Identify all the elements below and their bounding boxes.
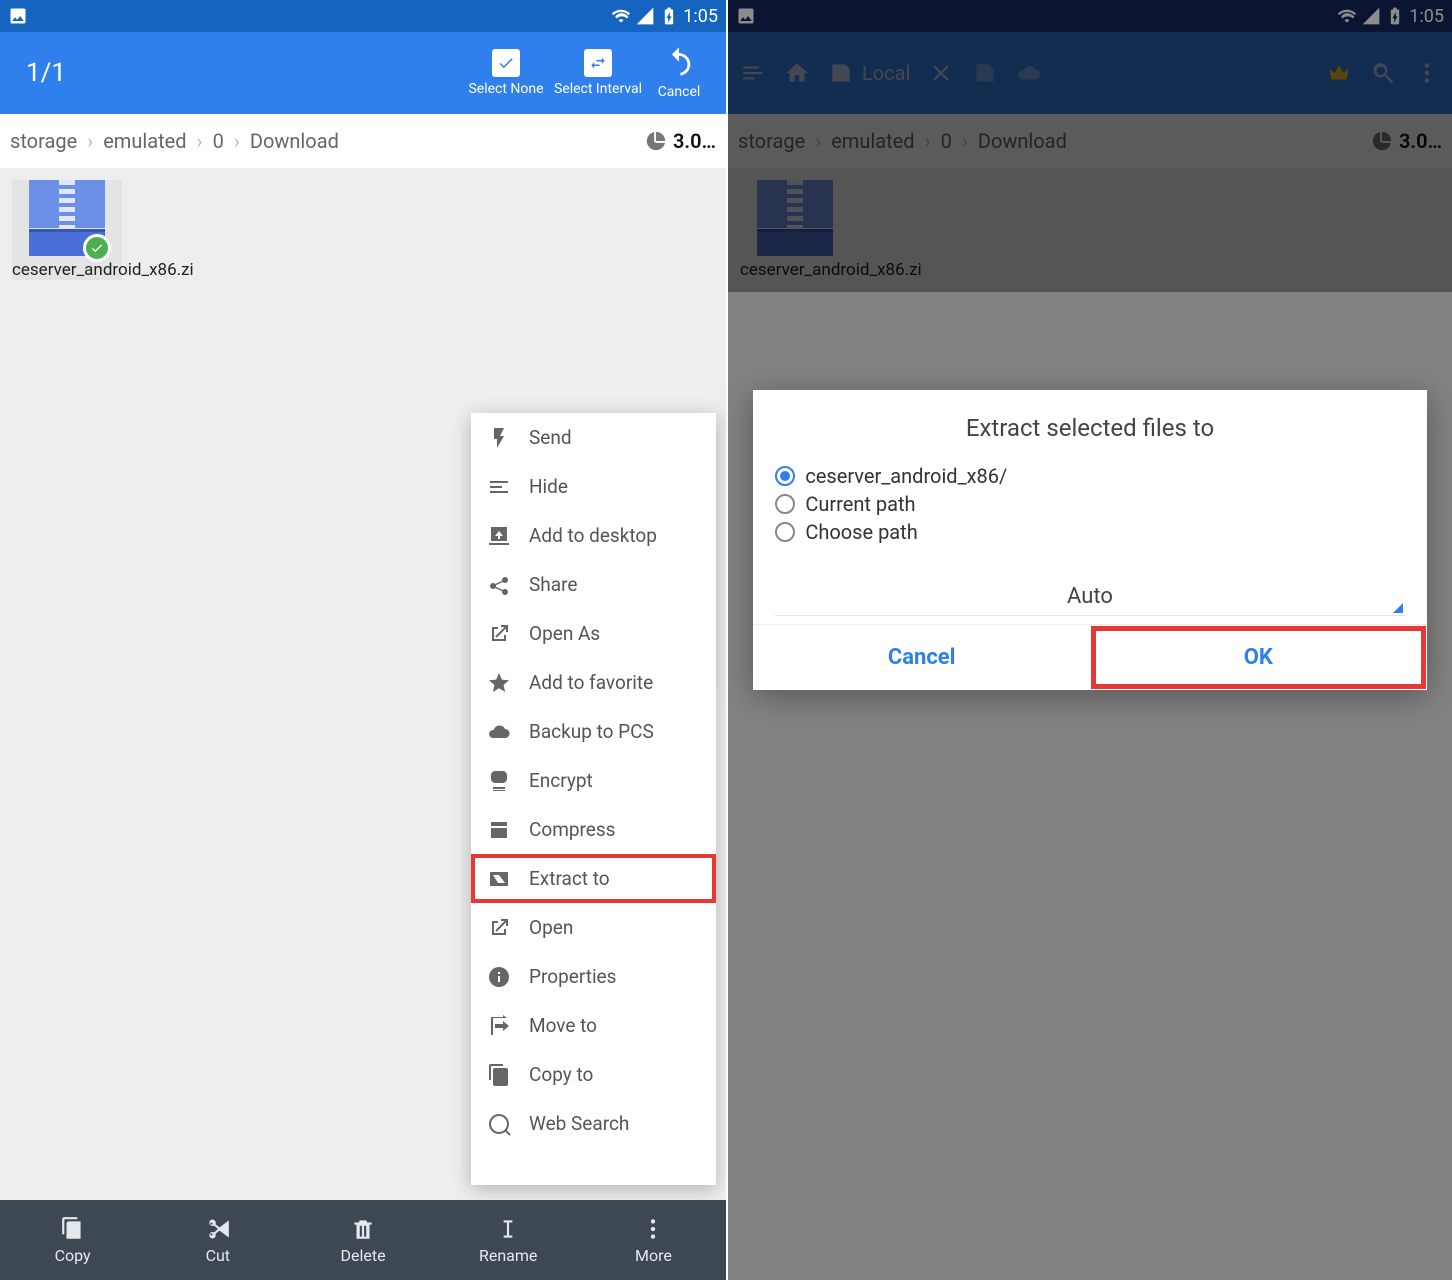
radio-icon	[775, 494, 795, 514]
storage-indicator[interactable]: 3.0…	[645, 129, 716, 153]
ctx-add-desktop[interactable]: Add to desktop	[471, 511, 716, 560]
open2-icon	[487, 916, 511, 940]
ctx-hide[interactable]: Hide	[471, 462, 716, 511]
dialog-cancel-button[interactable]: Cancel	[753, 625, 1090, 690]
more-vert-icon	[640, 1216, 666, 1242]
dialog-title: Extract selected files to	[753, 390, 1426, 462]
bb-delete[interactable]: Delete	[290, 1200, 435, 1280]
pie-icon	[645, 130, 667, 152]
radio-option-choose[interactable]: Choose path	[775, 518, 1404, 546]
context-menu: Send Hide Add to desktop Share Open As A…	[471, 413, 716, 1185]
share-icon	[487, 573, 511, 597]
crumb-download[interactable]: Download	[250, 129, 339, 153]
encoding-dropdown[interactable]: Auto	[775, 570, 1404, 616]
crumb-emulated[interactable]: emulated	[103, 129, 186, 153]
file-grid: ceserver_android_x86.zi	[0, 168, 726, 292]
ctx-open-as[interactable]: Open As	[471, 609, 716, 658]
hide-icon	[487, 475, 511, 499]
ctx-send[interactable]: Send	[471, 413, 716, 462]
extract-dialog: Extract selected files to ceserver_andro…	[753, 390, 1426, 690]
ctx-properties[interactable]: Properties	[471, 952, 716, 1001]
bb-cut[interactable]: Cut	[145, 1200, 290, 1280]
copy-icon	[487, 1063, 511, 1087]
open-icon	[487, 622, 511, 646]
cut-icon	[205, 1216, 231, 1242]
ctx-open[interactable]: Open	[471, 903, 716, 952]
star-icon	[487, 671, 511, 695]
extract-icon	[487, 867, 511, 891]
ctx-backup-pcs[interactable]: Backup to PCS	[471, 707, 716, 756]
cursor-icon	[495, 1216, 521, 1242]
radio-option-current[interactable]: Current path	[775, 490, 1404, 518]
right-screen: 1:05 Local storage› emulated› 0› Downloa…	[726, 0, 1452, 1280]
breadcrumb: storage› emulated› 0› Download 3.0…	[0, 114, 726, 168]
crumb-storage[interactable]: storage	[10, 129, 77, 153]
ctx-encrypt[interactable]: Encrypt	[471, 756, 716, 805]
cell-signal-icon	[635, 6, 655, 26]
ctx-move-to[interactable]: Move to	[471, 1001, 716, 1050]
select-interval-button[interactable]: Select Interval	[552, 49, 644, 97]
ctx-share[interactable]: Share	[471, 560, 716, 609]
ctx-compress[interactable]: Compress	[471, 805, 716, 854]
cancel-selection-button[interactable]: Cancel	[644, 46, 714, 100]
bottom-action-bar: Copy Cut Delete Rename More	[0, 1200, 726, 1280]
file-item-zip[interactable]: ceserver_android_x86.zi	[12, 180, 122, 280]
check-icon	[497, 54, 515, 72]
bb-copy[interactable]: Copy	[0, 1200, 145, 1280]
bb-rename[interactable]: Rename	[436, 1200, 581, 1280]
bb-more[interactable]: More	[581, 1200, 726, 1280]
bolt-icon	[487, 426, 511, 450]
wifi-icon	[611, 6, 631, 26]
cloud-icon	[487, 720, 511, 744]
selection-counter: 1/1	[26, 58, 460, 88]
selection-toolbar: 1/1 Select None Select Interval Cancel	[0, 32, 726, 114]
desktop-icon	[487, 524, 511, 548]
info-icon	[487, 965, 511, 989]
file-name: ceserver_android_x86.zi	[12, 260, 122, 280]
ctx-web-search[interactable]: Web Search	[471, 1099, 716, 1148]
left-screen: 1:05 1/1 Select None Select Interval Can…	[0, 0, 726, 1280]
radio-icon	[775, 466, 795, 486]
globe-search-icon	[487, 1112, 511, 1136]
copy-icon	[60, 1216, 86, 1242]
radio-option-folder[interactable]: ceserver_android_x86/	[775, 462, 1404, 490]
move-icon	[487, 1014, 511, 1038]
crumb-0[interactable]: 0	[213, 129, 224, 153]
image-icon	[8, 6, 28, 26]
swap-icon	[589, 54, 607, 72]
selected-badge-icon	[83, 234, 111, 262]
status-time: 1:05	[683, 6, 718, 27]
select-none-button[interactable]: Select None	[460, 49, 552, 97]
compress-icon	[487, 818, 511, 842]
ctx-extract-to[interactable]: Extract to	[471, 854, 716, 903]
zip-icon	[29, 180, 105, 256]
dialog-ok-button[interactable]: OK	[1090, 625, 1427, 690]
ctx-copy-to[interactable]: Copy to	[471, 1050, 716, 1099]
trash-icon	[350, 1216, 376, 1242]
undo-icon	[662, 46, 696, 80]
battery-icon	[659, 6, 679, 26]
ctx-add-favorite[interactable]: Add to favorite	[471, 658, 716, 707]
radio-icon	[775, 522, 795, 542]
status-bar: 1:05	[0, 0, 726, 32]
lock-icon	[487, 769, 511, 793]
